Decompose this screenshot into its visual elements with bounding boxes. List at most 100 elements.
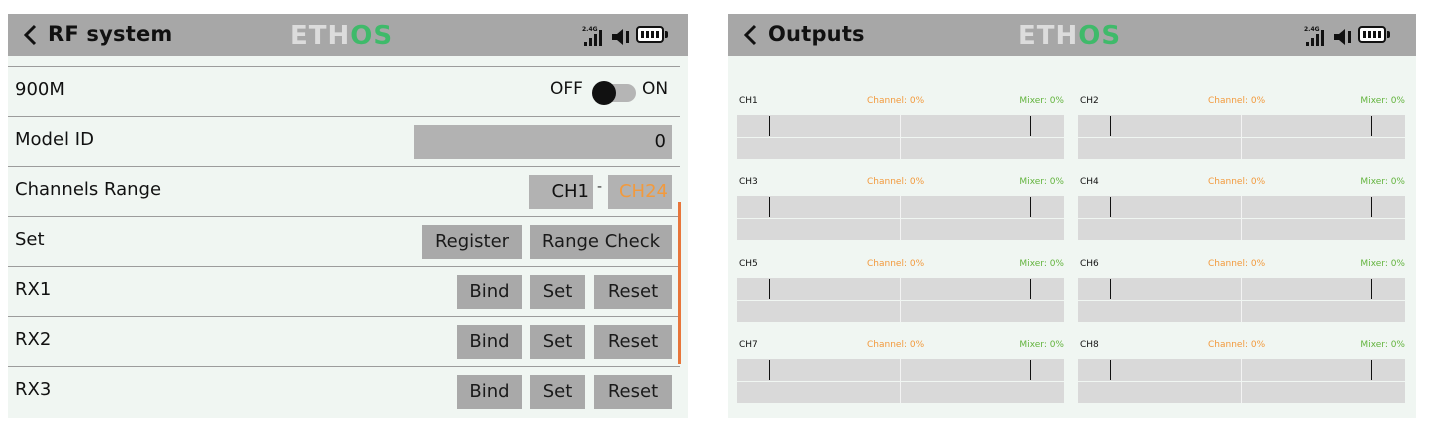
channel-name: CH8	[1080, 340, 1099, 350]
row-rx1: RX1 Bind Set Reset	[8, 266, 680, 317]
rx1-reset-button[interactable]: Reset	[594, 275, 672, 309]
mixer-value: Mixer: 0%	[1019, 259, 1064, 269]
channel-value: Channel: 0%	[1208, 96, 1266, 106]
rx1-bind-button[interactable]: Bind	[457, 275, 522, 309]
min-limit-marker	[769, 360, 770, 380]
row-900m: 900M OFF ON	[8, 66, 680, 117]
center-line	[1241, 196, 1242, 218]
center-line	[1241, 138, 1242, 159]
center-line	[900, 115, 901, 137]
max-limit-marker	[1030, 279, 1031, 299]
speaker-icon	[612, 29, 629, 45]
mixer-value: Mixer: 0%	[1360, 340, 1405, 350]
row-label: RX1	[15, 279, 52, 300]
range-check-button[interactable]: Range Check	[530, 225, 672, 259]
mixer-value: Mixer: 0%	[1019, 177, 1064, 187]
channel-value: Channel: 0%	[1208, 340, 1266, 350]
channel-output-7: CH7 Channel: 0% Mixer: 0%	[737, 340, 1064, 410]
row-label: Channels Range	[15, 179, 162, 200]
signal-icon: 2.4G	[1304, 26, 1326, 46]
toggle-off-label: OFF	[550, 79, 583, 99]
channel-name: CH6	[1080, 259, 1099, 269]
channel-output-3: CH3 Channel: 0% Mixer: 0%	[737, 177, 1064, 247]
center-line	[1241, 382, 1242, 403]
signal-icon: 2.4G	[582, 26, 604, 46]
max-limit-marker	[1371, 360, 1372, 380]
max-limit-marker	[1371, 116, 1372, 136]
rx3-set-button[interactable]: Set	[530, 375, 585, 409]
channel-name: CH4	[1080, 177, 1099, 187]
900m-toggle[interactable]	[592, 81, 636, 105]
min-limit-marker	[769, 279, 770, 299]
center-line	[1241, 115, 1242, 137]
center-line	[900, 301, 901, 322]
toggle-on-label: ON	[642, 79, 669, 99]
center-line	[900, 382, 901, 403]
back-chevron-icon[interactable]	[740, 23, 762, 47]
rx3-bind-button[interactable]: Bind	[457, 375, 522, 409]
channel-output-5: CH5 Channel: 0% Mixer: 0%	[737, 259, 1064, 329]
channel-output-6: CH6 Channel: 0% Mixer: 0%	[1078, 259, 1405, 329]
min-limit-marker	[1110, 116, 1111, 136]
center-line	[900, 196, 901, 218]
center-line	[900, 278, 901, 300]
rx2-set-button[interactable]: Set	[530, 325, 585, 359]
channel-value: Channel: 0%	[1208, 259, 1266, 269]
row-channels-range: Channels Range CH1 - CH24	[8, 166, 680, 217]
row-rx2: RX2 Bind Set Reset	[8, 316, 680, 367]
page-title: Outputs	[768, 22, 865, 46]
min-limit-marker	[769, 116, 770, 136]
outputs-screen: Outputs ETHOS 2.4G CH1 Channel: 0% Mixer: …	[728, 14, 1416, 418]
model-id-field[interactable]: 0	[414, 125, 672, 159]
ethos-logo: ETHOS	[1018, 21, 1122, 51]
max-limit-marker	[1371, 279, 1372, 299]
channel-name: CH2	[1080, 96, 1099, 106]
row-label: Model ID	[15, 129, 94, 150]
min-limit-marker	[1110, 360, 1111, 380]
row-set: Set Register Range Check	[8, 216, 680, 267]
channel-output-4: CH4 Channel: 0% Mixer: 0%	[1078, 177, 1405, 247]
center-line	[1241, 278, 1242, 300]
channel-output-1: CH1 Channel: 0% Mixer: 0%	[737, 96, 1064, 166]
row-label: Set	[15, 229, 45, 250]
channel-output-8: CH8 Channel: 0% Mixer: 0%	[1078, 340, 1405, 410]
row-label: 900M	[15, 79, 65, 100]
channel-name: CH5	[739, 259, 758, 269]
channel-name: CH1	[739, 96, 758, 106]
header-bar: RF system ETHOS 2.4G	[8, 14, 688, 56]
min-limit-marker	[1110, 197, 1111, 217]
row-label: RX3	[15, 379, 52, 400]
center-line	[900, 359, 901, 381]
rx2-bind-button[interactable]: Bind	[457, 325, 522, 359]
channel-value: Channel: 0%	[867, 340, 925, 350]
channel-end-field[interactable]: CH24	[608, 175, 672, 209]
max-limit-marker	[1030, 197, 1031, 217]
mixer-value: Mixer: 0%	[1360, 177, 1405, 187]
rx2-reset-button[interactable]: Reset	[594, 325, 672, 359]
mixer-value: Mixer: 0%	[1360, 96, 1405, 106]
register-button[interactable]: Register	[422, 225, 522, 259]
min-limit-marker	[1110, 279, 1111, 299]
center-line	[1241, 359, 1242, 381]
ethos-logo: ETHOS	[290, 21, 394, 51]
channel-output-2: CH2 Channel: 0% Mixer: 0%	[1078, 96, 1405, 166]
range-separator: -	[597, 179, 603, 195]
channel-value: Channel: 0%	[867, 177, 925, 187]
status-icons: 2.4G	[1304, 25, 1392, 47]
header-bar: Outputs ETHOS 2.4G	[728, 14, 1416, 56]
battery-icon	[636, 26, 668, 43]
center-line	[1241, 301, 1242, 322]
max-limit-marker	[1030, 116, 1031, 136]
rx1-set-button[interactable]: Set	[530, 275, 585, 309]
channel-value: Channel: 0%	[867, 259, 925, 269]
channel-name: CH3	[739, 177, 758, 187]
back-chevron-icon[interactable]	[20, 23, 42, 47]
center-line	[900, 138, 901, 159]
mixer-value: Mixer: 0%	[1019, 340, 1064, 350]
rx3-reset-button[interactable]: Reset	[594, 375, 672, 409]
channel-start-field[interactable]: CH1	[529, 175, 593, 209]
channel-name: CH7	[739, 340, 758, 350]
row-model-id: Model ID 0	[8, 116, 680, 167]
scrollbar[interactable]	[678, 202, 681, 364]
row-label: RX2	[15, 329, 52, 350]
